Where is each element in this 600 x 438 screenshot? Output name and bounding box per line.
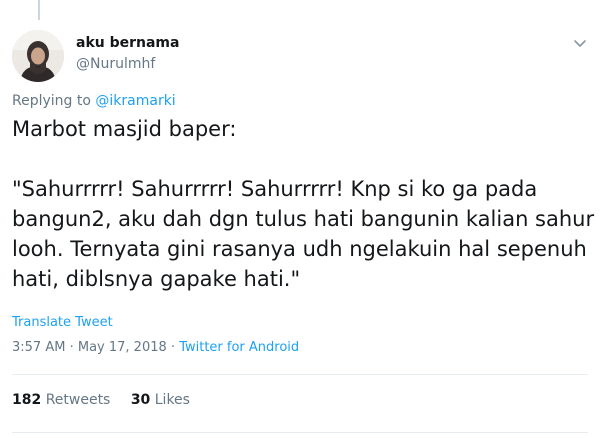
tweet-text-line: bangun2, aku dah dgn tulus hati bangunin…: [12, 207, 595, 231]
likes-count: 30: [130, 392, 151, 408]
tweet-metadata: 3:57 AM · May 17, 2018 · Twitter for And…: [12, 340, 299, 355]
tweet-date[interactable]: May 17, 2018: [78, 340, 167, 355]
tweet-text-line: hati, diblsnya gapake hati.": [12, 267, 301, 291]
likes-label: Likes: [154, 392, 190, 408]
replying-to-label: Replying to: [12, 93, 91, 109]
tweet-text: Marbot masjid baper: "Sahurrrrr! Sahurrr…: [12, 114, 595, 294]
tweet-text-line: "Sahurrrrr! Sahurrrrr! Sahurrrrr! Knp si…: [12, 177, 538, 201]
avatar-photo-icon: [12, 30, 64, 82]
tweet-text-line: looh. Ternyata gini rasanya udh ngelakui…: [12, 237, 587, 261]
user-handle[interactable]: @Nurulmhf: [76, 56, 155, 72]
tweet-menu-button[interactable]: [572, 36, 588, 50]
meta-separator: ·: [170, 340, 176, 355]
user-display-name[interactable]: aku bernama: [76, 35, 179, 51]
avatar[interactable]: [12, 30, 64, 82]
tweet-text-line: [12, 144, 592, 174]
tweet-source-link[interactable]: Twitter for Android: [179, 340, 299, 355]
divider: [12, 374, 588, 375]
divider: [12, 432, 588, 433]
likes-stat[interactable]: 30 Likes: [131, 392, 190, 408]
retweets-label: Retweets: [45, 392, 111, 408]
meta-separator: ·: [69, 340, 74, 355]
retweets-stat[interactable]: 182 Retweets: [12, 392, 110, 408]
tweet-page: aku bernama @Nurulmhf Replying to @ikram…: [0, 0, 600, 438]
thread-connector-line: [38, 0, 40, 20]
replying-to-line: Replying to @ikramarki: [12, 93, 176, 109]
tweet-time[interactable]: 3:57 AM: [12, 340, 65, 355]
retweets-count: 182: [12, 392, 42, 408]
chevron-down-icon: [574, 40, 586, 47]
tweet-text-line: Marbot masjid baper:: [12, 117, 237, 141]
translate-tweet-link[interactable]: Translate Tweet: [12, 315, 113, 330]
reply-mention-link[interactable]: @ikramarki: [95, 93, 175, 109]
tweet-stats: 182 Retweets 30 Likes: [12, 392, 190, 408]
